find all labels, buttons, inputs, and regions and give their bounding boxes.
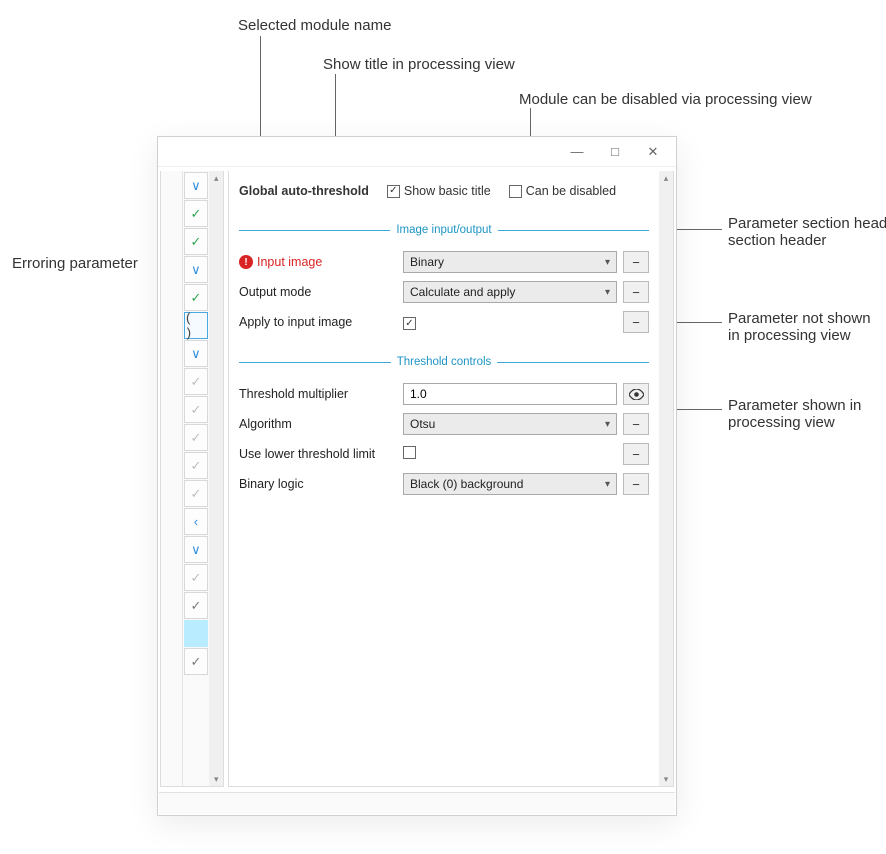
anno-shown-1: Parameter shown in [728,397,861,414]
main-scrollbar[interactable]: ▴▾ [659,171,673,786]
module-item[interactable]: ✓ [184,480,209,507]
module-item[interactable]: ✓ [184,396,209,423]
anno-show-title: Show title in processing view [323,56,515,73]
eye-hidden-icon: − [632,477,640,492]
param-row-binary-logic: Binary logic Black (0) background▾ − [239,469,649,499]
param-row-algorithm: Algorithm Otsu▾ − [239,409,649,439]
output-mode-select[interactable]: Calculate and apply▾ [403,281,617,303]
parameter-pane: Global auto-threshold ✓ Show basic title… [228,171,674,787]
module-item[interactable]: ✓ [184,200,209,227]
module-header: Global auto-threshold ✓ Show basic title… [229,171,659,211]
can-disable-checkbox[interactable]: Can be disabled [509,184,616,198]
module-item[interactable]: ✓ [184,592,209,619]
visibility-button[interactable]: − [623,281,649,303]
can-disable-label: Can be disabled [526,184,616,198]
module-icon-list: ∨ ✓ ✓ ∨ ✓ ( ) ∨ ✓ ✓ ✓ ✓ ✓ ‹ ∨ ✓ ✓ ✓ [183,171,210,786]
titlebar: ― □ ✕ [158,137,676,167]
eye-hidden-icon: − [632,255,640,270]
eye-shown-icon [629,389,644,400]
checkbox-icon [509,185,522,198]
param-label: Algorithm [239,417,397,431]
section-header: Threshold controls [239,355,649,369]
binary-logic-select[interactable]: Black (0) background▾ [403,473,617,495]
anno-erroring-param: Erroring parameter [12,255,138,272]
section-title: Threshold controls [391,356,498,368]
module-sidebar: ∨ ✓ ✓ ∨ ✓ ( ) ∨ ✓ ✓ ✓ ✓ ✓ ‹ ∨ ✓ ✓ ✓ ▴▾ [160,171,224,787]
threshold-multiplier-input[interactable] [403,383,617,405]
visibility-button[interactable] [623,383,649,405]
anno-section-header-1: Parameter section header [728,215,886,232]
anno-not-shown-2: in processing view [728,327,851,344]
module-item[interactable]: ∨ [184,340,209,367]
visibility-button[interactable]: − [623,251,649,273]
param-label: Apply to input image [239,315,397,329]
param-row-lower-limit: Use lower threshold limit − [239,439,649,469]
module-item[interactable]: ✓ [184,368,209,395]
module-item-selected[interactable]: ( ) [184,312,209,339]
input-image-select[interactable]: Binary▾ [403,251,617,273]
module-item[interactable]: ✓ [184,564,209,591]
anno-section-header-2: section header [728,232,826,249]
eye-hidden-icon: − [632,315,640,330]
module-item[interactable]: ✓ [184,228,209,255]
maximize-button[interactable]: □ [596,140,634,164]
visibility-button[interactable]: − [623,443,649,465]
param-label: Binary logic [239,477,397,491]
section-header: Image input/output [239,223,649,237]
module-item[interactable]: ∨ [184,536,209,563]
visibility-button[interactable]: − [623,473,649,495]
app-window: ― □ ✕ ∨ ✓ ✓ ∨ ✓ ( ) ∨ ✓ ✓ ✓ ✓ ✓ ‹ ∨ ✓ ✓ … [157,136,677,816]
minimize-button[interactable]: ― [558,140,596,164]
error-icon: ! [239,255,253,269]
anno-shown-2: processing view [728,414,835,431]
module-item[interactable]: ✓ [184,648,209,675]
anno-module-name: Selected module name [238,17,391,34]
param-row-output-mode: Output mode Calculate and apply▾ − [239,277,649,307]
module-item[interactable]: ✓ [184,424,209,451]
lower-threshold-checkbox[interactable] [403,446,416,459]
eye-hidden-icon: − [632,447,640,462]
visibility-button[interactable]: − [623,311,649,333]
module-item[interactable]: ∨ [184,256,209,283]
param-label: Threshold multiplier [239,387,397,401]
section-title: Image input/output [390,224,497,236]
param-label: ! Input image [239,255,397,269]
anno-can-disable: Module can be disabled via processing vi… [519,91,812,108]
param-row-apply-input: Apply to input image ✓ − [239,307,649,337]
show-title-label: Show basic title [404,184,491,198]
checkbox-icon: ✓ [387,185,400,198]
module-item[interactable]: ∨ [184,172,209,199]
module-item[interactable]: ✓ [184,452,209,479]
module-name-label: Global auto-threshold [239,184,369,198]
eye-hidden-icon: − [632,285,640,300]
eye-hidden-icon: − [632,417,640,432]
sidebar-scrollbar[interactable]: ▴▾ [209,171,223,786]
param-label: Output mode [239,285,397,299]
close-button[interactable]: ✕ [634,140,672,164]
module-item[interactable]: ‹ [184,508,209,535]
section-image-io: Image input/output ! Input image Binary▾… [229,211,659,343]
show-title-checkbox[interactable]: ✓ Show basic title [387,184,491,198]
anno-not-shown-1: Parameter not shown [728,310,871,327]
module-item[interactable] [184,620,209,647]
module-item[interactable]: ✓ [184,284,209,311]
algorithm-select[interactable]: Otsu▾ [403,413,617,435]
param-label: Use lower threshold limit [239,447,397,461]
section-threshold: Threshold controls Threshold multiplier [229,343,659,505]
param-row-multiplier: Threshold multiplier [239,379,649,409]
status-bar [159,792,675,814]
visibility-button[interactable]: − [623,413,649,435]
param-row-input-image: ! Input image Binary▾ − [239,247,649,277]
apply-to-input-checkbox[interactable]: ✓ [403,317,416,330]
